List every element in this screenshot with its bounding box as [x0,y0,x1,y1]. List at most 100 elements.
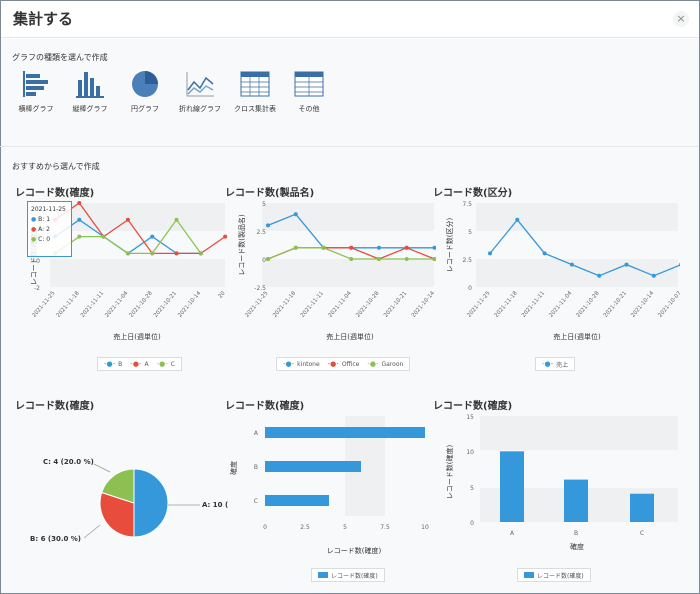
legend-swatch-icon [524,572,534,578]
legend-marker-icon: -●- [367,360,379,368]
x-tick: 2021-10-21 [153,290,178,318]
bar-C [265,495,329,506]
x-tick: 2021-10-14 [177,290,202,319]
cross-table-icon [240,71,270,97]
legend-label: Garoon [381,360,404,368]
x-tick: 2021-11-11 [521,290,546,318]
x-tick: 2021-11-11 [80,290,105,318]
legend-item-sales[interactable]: -●- 売上 [542,360,568,369]
data-point [174,251,179,256]
graph-type-horizontal-bar[interactable]: 横棒グラフ [8,70,64,114]
graph-type-pie[interactable]: 円グラフ [117,70,173,114]
data-point [198,251,203,256]
x-tick: 2021-11-18 [56,290,81,319]
legend-marker-icon: -●- [283,360,295,368]
tooltip-c: ● C: 0 [31,236,51,243]
data-point [321,245,326,250]
legend-swatch-icon [318,572,328,578]
x-tick: 2.5 [300,524,310,531]
pie-slice-A [133,468,169,538]
data-point [597,273,602,278]
graph-type-cross-table[interactable]: クロス集計表 [227,70,283,114]
legend-item-vbar[interactable]: レコード数(確度) [524,571,584,580]
x-tick: 2021-11-18 [494,290,519,319]
data-point [77,234,82,239]
chart-title-pie: レコード数(確度) [15,401,95,412]
tooltip-c-text: C: 0 [38,236,51,243]
data-point [150,251,155,256]
y-category: C [254,498,258,505]
pie-chart-icon [132,71,158,97]
graph-type-vertical-bar[interactable]: 縦棒グラフ [62,70,118,114]
legend-item-garoon[interactable]: -●- Garoon [367,360,403,368]
legend-label: 売上 [556,361,569,369]
x-tick: 2021-11-11 [300,290,325,318]
legend-marker-icon: -●- [104,360,116,368]
data-point [125,251,130,256]
pie-chart[interactable]: A: 10 (5 B: 6 (30.0 %) C: 4 (20.0 %) [14,420,228,570]
close-icon[interactable]: × [673,11,689,27]
x-tick: 2021-10-28 [129,290,154,319]
legend-item-office[interactable]: -●- Office [328,360,360,368]
dialog-title: 集計する [13,10,74,28]
y-tick: 5 [468,229,472,236]
data-point [266,223,270,228]
legend-item-kintone[interactable]: -●- kintone [283,360,320,368]
data-point [651,273,656,278]
pie-label-b: B: 6 (30.0 %) [30,535,81,543]
legend-item-hbar[interactable]: レコード数(確度) [318,571,378,580]
legend-line1: -●- B -●- A -●- C [97,357,182,371]
chart-title-line2: レコード数(製品名) [225,188,315,199]
graph-type-section-label: グラフの種類を選んで作成 [12,53,108,62]
x-tick: 2021-11-25 [31,290,56,319]
line-chart-3[interactable]: 7.5 5 2.5 0 レコード数(区分) 2021-11-25 2021-11-… [430,198,680,348]
vertical-bar-chart-icon [76,72,104,98]
graph-type-label: 縦棒グラフ [72,105,108,113]
graph-type-label: 横棒グラフ [18,105,54,113]
legend-label: レコード数(確度) [537,572,584,580]
graph-type-label: その他 [298,105,320,113]
plot-band [50,259,225,287]
y-tick: 7.5 [462,201,472,208]
data-point [266,257,270,261]
plot-band [476,203,678,231]
graph-type-other[interactable]: その他 [281,70,337,114]
legend-label: A [144,360,149,368]
chart-tooltip: 2021-11-25 ● B: 1 ● A: 2 ● C: 0 [27,201,72,257]
bar-B [265,461,361,472]
legend-item-c[interactable]: -●- C [157,360,175,368]
line-chart-2[interactable]: 5 2.5 0 -2.5 レコード数(製品名) 2021-11-25 2021-1… [222,198,436,348]
legend-label: Office [341,360,360,368]
data-point [624,262,629,267]
pie-label-c: C: 4 (20.0 %) [43,458,94,466]
legend-item-a[interactable]: -●- A [130,360,148,368]
graph-type-line[interactable]: 折れ線グラフ [172,70,228,114]
line3-xticks-group: 2021-11-25 2021-11-18 2021-11-11 2021-11-04… [466,290,680,319]
plot-band [480,416,678,450]
table-icon [294,71,324,97]
y-tick: 5 [262,201,266,208]
y-axis-label: レコード数(区分) [445,218,454,273]
legend-item-b[interactable]: -●- B [104,360,122,368]
x-category: A [510,530,515,537]
y-tick: 10 [466,449,474,456]
graph-type-label: クロス集計表 [234,105,276,113]
y-axis-label: レコード数(製品名) [237,214,246,276]
recommend-section-label: おすすめから選んで作成 [12,162,100,171]
y-axis-label: レコード数(確度) [445,445,454,500]
data-point [349,245,354,250]
chart-title-line3: レコード数(区分) [433,188,513,199]
vertical-bar-chart[interactable]: 15 10 5 0 レコード数(確度) A B C 確度 [430,410,680,570]
data-point [77,201,82,205]
data-point [293,245,298,250]
x-tick: 2021-11-04 [548,290,573,319]
x-tick: 2021-11-25 [244,290,269,319]
x-tick: 2021-11-04 [328,290,353,319]
line2-xticks-group: 2021-11-25 2021-11-18 2021-11-11 2021-11-04… [244,290,436,319]
y-category: A [254,430,259,437]
legend-marker-icon: -●- [130,360,142,368]
horizontal-bar-chart[interactable]: A B C 確度 0 2.5 5 7.5 10 レコード数(確度) [222,410,436,570]
graph-type-label: 円グラフ [131,105,159,113]
section-divider [0,146,698,147]
x-tick: 2021-11-18 [272,290,297,319]
